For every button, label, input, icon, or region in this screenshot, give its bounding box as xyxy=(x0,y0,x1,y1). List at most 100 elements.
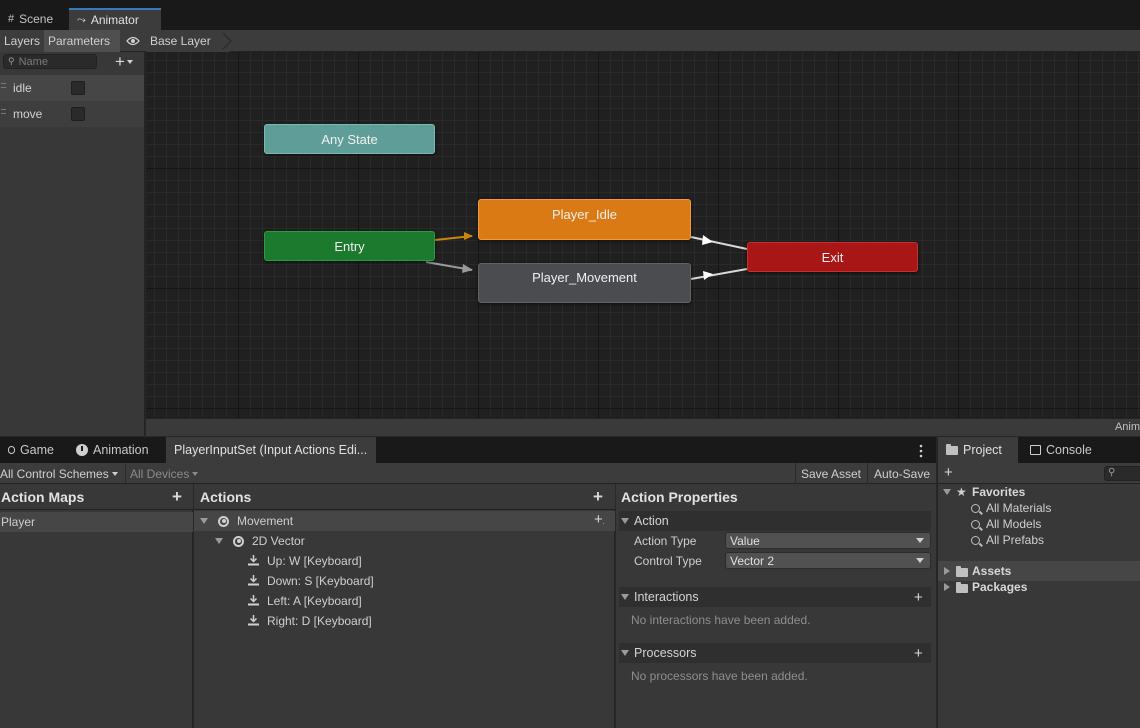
devices-label: All Devices xyxy=(130,466,190,481)
action-section-label: Action xyxy=(634,514,669,528)
breadcrumb[interactable]: Base Layer xyxy=(146,30,230,52)
search-icon: ⚲ xyxy=(1108,467,1116,478)
devices-dropdown[interactable]: All Devices xyxy=(130,464,206,483)
search-placeholder: Name xyxy=(18,55,48,68)
transition-movement-exit[interactable] xyxy=(690,268,748,280)
processors-foldout[interactable]: Processors + xyxy=(619,643,931,663)
parameters-panel: ⚲ Name + idle move xyxy=(0,52,145,436)
state-entry[interactable]: Entry xyxy=(264,231,435,261)
status-text: Anim xyxy=(1114,421,1140,433)
tab-project[interactable]: Project xyxy=(938,437,1018,463)
actions-title: Actions xyxy=(200,488,252,505)
state-player-idle[interactable]: Player_Idle xyxy=(478,199,691,240)
action-section-foldout[interactable]: Action xyxy=(619,511,931,531)
action-map-item[interactable]: Player xyxy=(0,512,193,532)
action-row-movement[interactable]: Movement +. xyxy=(194,511,615,531)
auto-save-label: Auto-Save xyxy=(873,466,931,481)
state-label: Player_Movement xyxy=(532,270,637,285)
favorites-label: Favorites xyxy=(972,485,1026,499)
chevron-down-icon xyxy=(111,471,118,476)
tab-input-actions-label: PlayerInputSet (Input Actions Edi... xyxy=(174,443,368,457)
console-icon xyxy=(1030,445,1041,455)
interactions-foldout[interactable]: Interactions + xyxy=(619,587,931,607)
add-action-map-button[interactable]: + xyxy=(172,488,182,505)
parameter-checkbox[interactable] xyxy=(71,107,85,121)
drag-handle-icon[interactable] xyxy=(1,83,6,88)
foldout-arrow-icon[interactable] xyxy=(215,538,223,544)
input-actions-toolbar: All Control Schemes All Devices Save Ass… xyxy=(0,463,936,484)
bottom-tab-bar: Game Animation PlayerInputSet (Input Act… xyxy=(0,437,936,463)
project-search-input[interactable]: ⚲ xyxy=(1104,466,1140,481)
chevron-down-icon xyxy=(126,59,133,64)
binding-row[interactable]: Down: S [Keyboard] xyxy=(194,571,615,591)
transition-arrow-icon xyxy=(462,264,473,273)
tab-game[interactable]: Game xyxy=(0,437,62,463)
folder-icon xyxy=(946,443,958,455)
interactions-label: Interactions xyxy=(634,590,699,604)
packages-row[interactable]: Packages xyxy=(938,577,1140,597)
eye-icon[interactable] xyxy=(122,30,144,52)
transition-idle-exit[interactable] xyxy=(690,236,748,250)
tab-console-label: Console xyxy=(1046,443,1092,457)
drag-handle-icon[interactable] xyxy=(1,109,6,114)
folder-icon xyxy=(956,582,968,593)
add-binding-icon[interactable]: +. xyxy=(594,511,605,528)
composite-label: 2D Vector xyxy=(252,534,305,548)
state-label: Exit xyxy=(821,249,844,265)
binding-row[interactable]: Right: D [Keyboard] xyxy=(194,611,615,631)
add-interaction-icon[interactable]: + xyxy=(914,589,923,606)
tab-animation[interactable]: Animation xyxy=(68,437,160,463)
search-icon xyxy=(971,519,980,529)
state-label: Player_Idle xyxy=(551,207,618,222)
tab-parameters[interactable]: Parameters xyxy=(44,30,120,52)
transition-arrow-icon xyxy=(464,232,473,240)
create-plus-icon[interactable]: + xyxy=(944,464,953,481)
tab-animator-label: Animator xyxy=(90,13,139,27)
favorite-item[interactable]: All Prefabs xyxy=(938,530,1140,550)
state-player-movement[interactable]: Player_Movement xyxy=(478,263,691,303)
tab-input-actions-editor[interactable]: PlayerInputSet (Input Actions Edi... xyxy=(166,437,376,463)
tab-scene-label: Scene xyxy=(19,12,54,26)
tab-game-label: Game xyxy=(19,443,54,457)
binding-row[interactable]: Left: A [Keyboard] xyxy=(194,591,615,611)
foldout-arrow-icon[interactable] xyxy=(200,518,208,524)
control-type-label: Control Type xyxy=(634,551,724,571)
action-maps-title: Action Maps xyxy=(1,488,85,505)
favorite-item-label: All Materials xyxy=(986,501,1052,515)
parameter-row-move[interactable]: move xyxy=(0,101,144,127)
action-properties-header: Action Properties xyxy=(616,484,936,510)
clock-icon xyxy=(76,444,88,456)
tab-scene[interactable]: # Scene xyxy=(0,8,66,30)
control-schemes-dropdown[interactable]: All Control Schemes xyxy=(0,464,124,483)
tab-animator[interactable]: ⤳ Animator xyxy=(69,8,161,30)
transition-arrow-icon xyxy=(702,235,713,245)
add-parameter-button[interactable]: + xyxy=(115,52,143,71)
save-asset-button[interactable]: Save Asset xyxy=(795,463,866,484)
parameter-checkbox[interactable] xyxy=(71,81,85,95)
more-options-icon[interactable] xyxy=(918,444,924,458)
animator-status-bar: Anim xyxy=(146,418,1140,436)
window-tab-bar: # Scene ⤳ Animator xyxy=(0,0,1140,30)
add-action-button[interactable]: + xyxy=(593,488,603,505)
search-input[interactable]: ⚲ Name xyxy=(3,54,97,69)
auto-save-toggle[interactable]: Auto-Save xyxy=(867,463,936,484)
state-exit[interactable]: Exit xyxy=(747,242,918,272)
favorite-item-label: All Models xyxy=(986,517,1042,531)
divider xyxy=(125,464,126,483)
binding-row[interactable]: Up: W [Keyboard] xyxy=(194,551,615,571)
binding-label: Up: W [Keyboard] xyxy=(267,554,362,568)
tab-layers[interactable]: Layers xyxy=(0,30,44,52)
composite-row-2d-vector[interactable]: 2D Vector xyxy=(194,531,615,551)
folder-icon xyxy=(956,566,968,577)
foldout-arrow-icon xyxy=(621,650,629,656)
action-type-dropdown[interactable]: Value xyxy=(725,532,931,549)
tab-console[interactable]: Console xyxy=(1022,437,1102,463)
state-any-state[interactable]: Any State xyxy=(264,124,435,154)
grid-icon: # xyxy=(8,13,15,25)
parameter-row-idle[interactable]: idle xyxy=(0,75,144,101)
assets-label: Assets xyxy=(972,564,1012,578)
add-processor-icon[interactable]: + xyxy=(914,645,923,662)
animator-graph[interactable]: Any State Entry Player_Idle Player_Movem… xyxy=(146,52,1140,418)
processors-label: Processors xyxy=(634,646,697,660)
control-type-dropdown[interactable]: Vector 2 xyxy=(725,552,931,569)
